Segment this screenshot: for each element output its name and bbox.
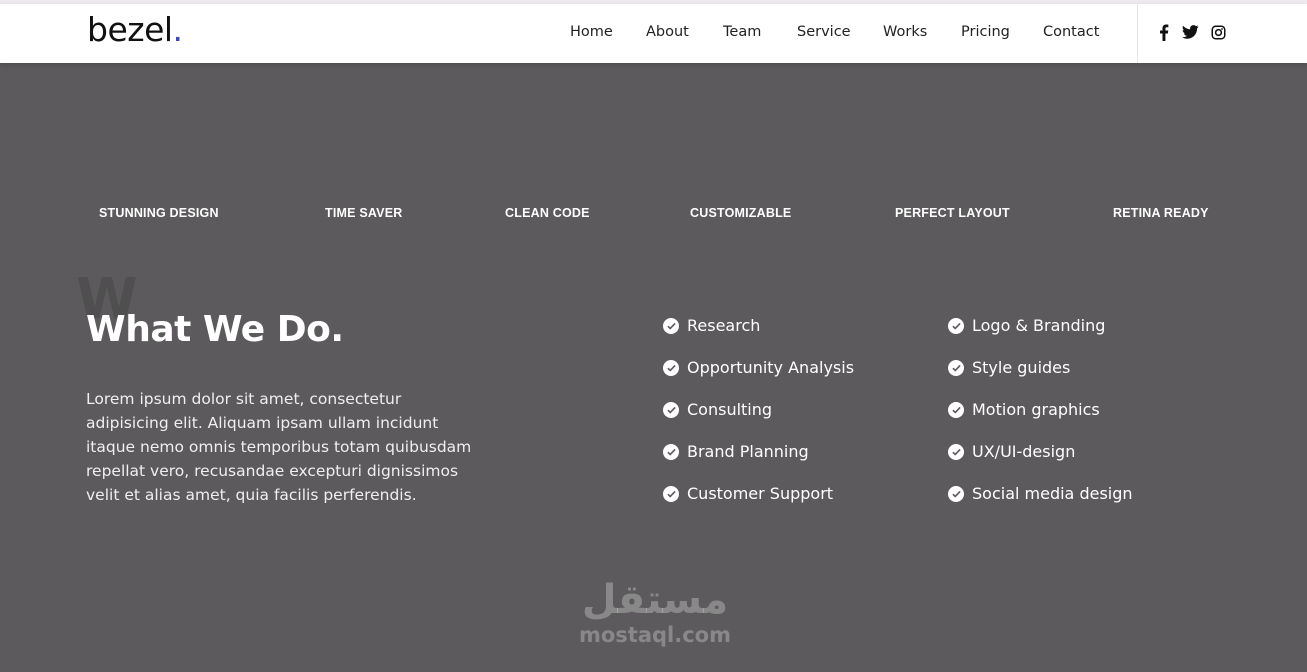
facebook-icon[interactable] [1155, 23, 1173, 41]
nav-works[interactable]: Works [883, 24, 927, 40]
list-item: UX/UI-design [948, 442, 1075, 461]
service-label: Opportunity Analysis [687, 358, 855, 377]
list-item: Consulting [663, 400, 772, 419]
logo[interactable]: bezel. [87, 10, 183, 49]
service-label: Social media design [972, 484, 1133, 503]
list-item: Social media design [948, 484, 1133, 503]
service-label: Research [687, 316, 761, 335]
service-label: Brand Planning [687, 442, 809, 461]
list-item: Style guides [948, 358, 1070, 377]
feature-stunning-design: STUNNING DESIGN [99, 206, 219, 220]
feature-customizable: CUSTOMIZABLE [690, 206, 792, 220]
watermark-arabic: مستقل [581, 577, 729, 623]
list-item: Motion graphics [948, 400, 1100, 419]
list-item: Brand Planning [663, 442, 809, 461]
service-label: Customer Support [687, 484, 834, 503]
feature-retina-ready: RETINA READY [1113, 206, 1209, 220]
list-item: Opportunity Analysis [663, 358, 854, 377]
nav-about[interactable]: About [646, 24, 689, 40]
check-circle-icon [948, 317, 964, 334]
nav-contact[interactable]: Contact [1043, 24, 1099, 40]
watermark-latin: mostaql.com [579, 623, 731, 647]
feature-perfect-layout: PERFECT LAYOUT [895, 206, 1010, 220]
nav-team[interactable]: Team [723, 24, 761, 40]
logo-text: bezel [87, 10, 173, 49]
check-circle-icon [663, 485, 679, 502]
nav-service[interactable]: Service [797, 24, 851, 40]
list-item: Customer Support [663, 484, 833, 503]
service-label: UX/UI-design [972, 442, 1076, 461]
section-description: Lorem ipsum dolor sit amet, consectetur … [86, 390, 472, 504]
nav-divider [1137, 4, 1138, 63]
service-label: Consulting [687, 400, 773, 419]
check-circle-icon [948, 443, 964, 460]
service-label: Logo & Branding [972, 316, 1106, 335]
check-circle-icon [663, 443, 679, 460]
navbar: bezel. Home About Team Service Works Pri… [0, 4, 1307, 63]
check-circle-icon [948, 359, 964, 376]
service-label: Style guides [972, 358, 1071, 377]
nav-home[interactable]: Home [570, 24, 613, 40]
check-circle-icon [663, 317, 679, 334]
check-circle-icon [948, 401, 964, 418]
logo-dot: . [172, 10, 184, 49]
check-circle-icon [948, 485, 964, 502]
feature-clean-code: CLEAN CODE [505, 206, 590, 220]
list-item: Research [663, 316, 760, 335]
service-label: Motion graphics [972, 400, 1100, 419]
check-circle-icon [663, 401, 679, 418]
nav-pricing[interactable]: Pricing [961, 24, 1010, 40]
feature-time-saver: TIME SAVER [325, 206, 403, 220]
section-title: What We Do. [86, 309, 344, 350]
check-circle-icon [663, 359, 679, 376]
list-item: Logo & Branding [948, 316, 1105, 335]
twitter-icon[interactable] [1181, 23, 1199, 41]
instagram-icon[interactable] [1209, 23, 1227, 41]
watermark: مستقل mostaql.com [572, 580, 738, 648]
